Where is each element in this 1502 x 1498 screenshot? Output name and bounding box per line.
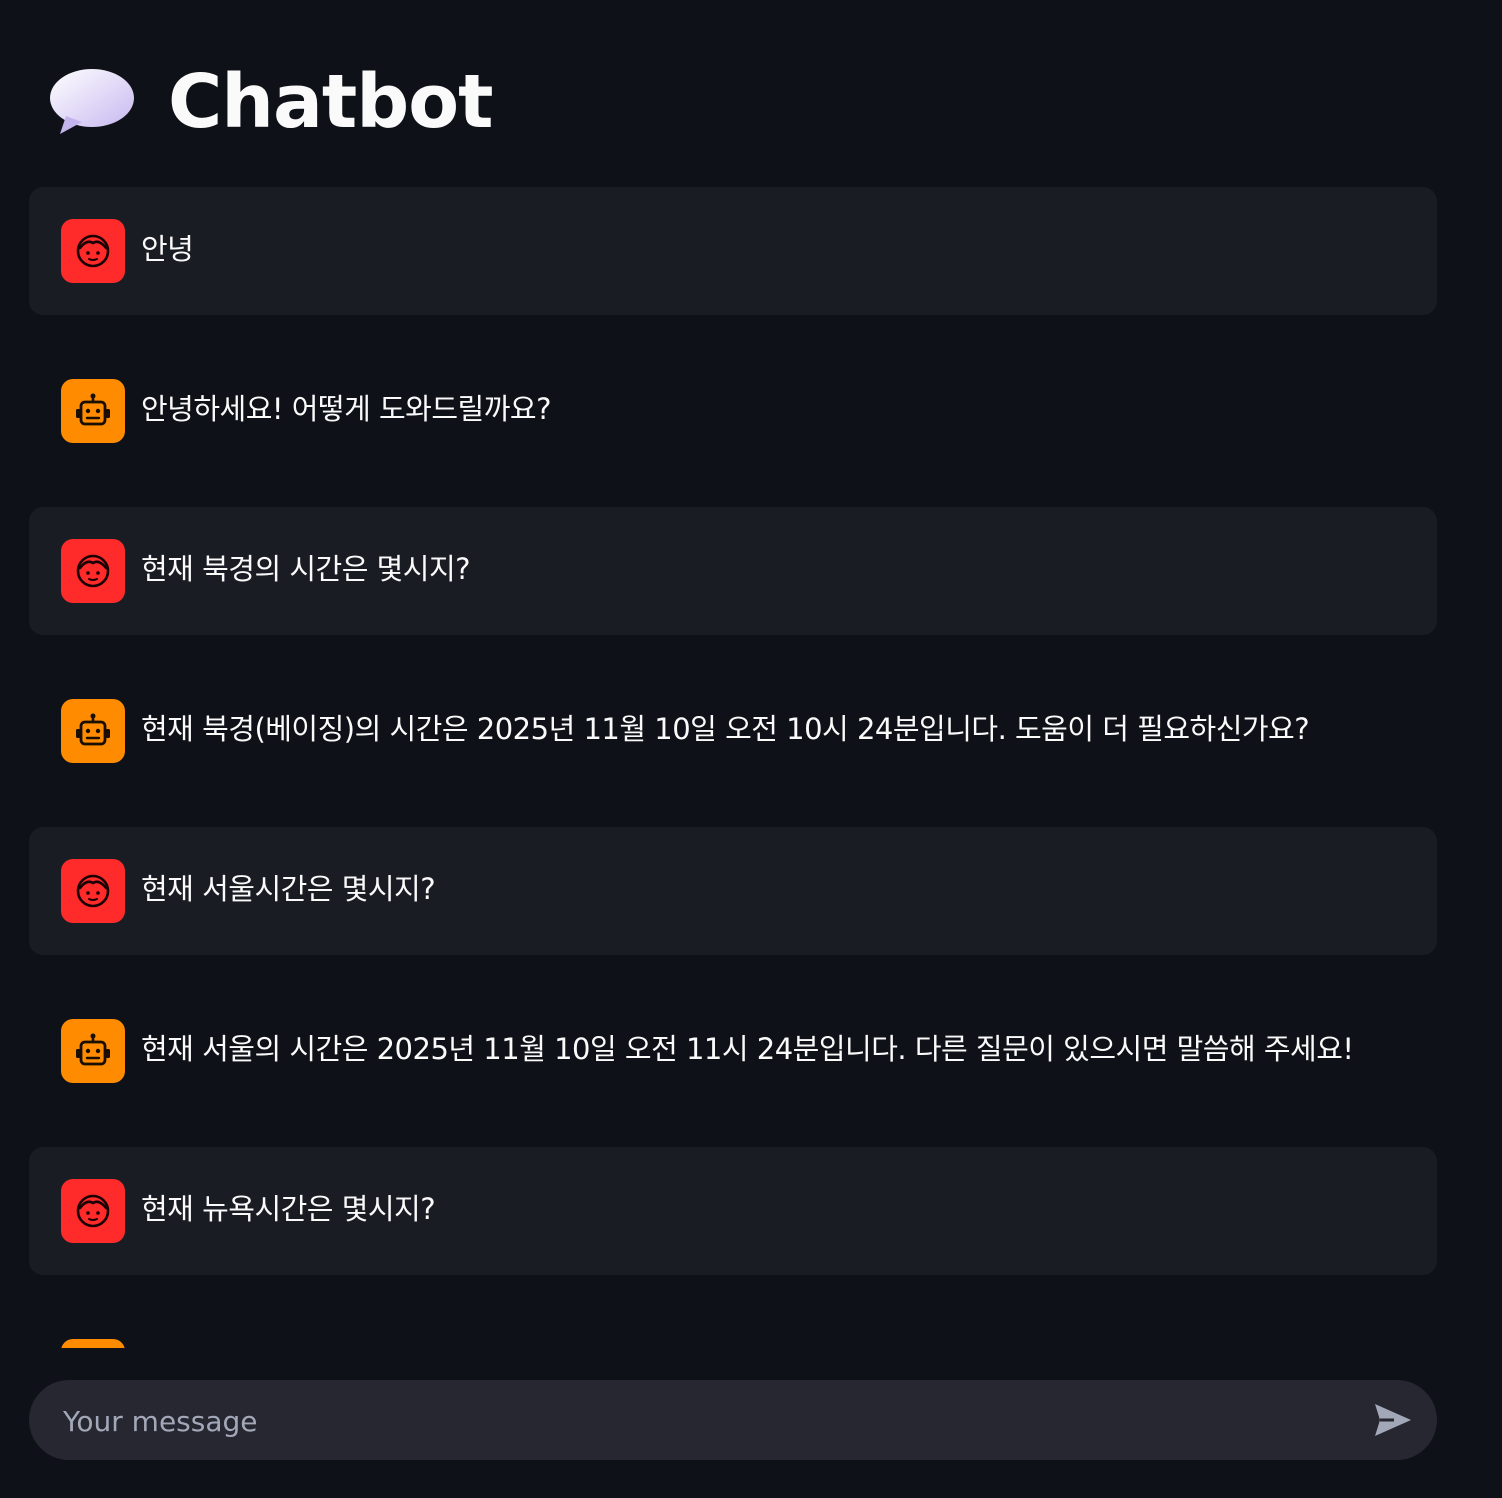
robot-icon xyxy=(76,393,110,426)
assistant-message: 현재 서울의 시간은 2025년 11월 10일 오전 11시 24분입니다. … xyxy=(29,987,1437,1115)
user-avatar xyxy=(61,539,125,603)
user-message: 안녕 xyxy=(29,187,1437,315)
user-avatar xyxy=(61,219,125,283)
message-text: 현재 뉴욕시간은 몇시지? xyxy=(141,1192,436,1226)
assistant-avatar xyxy=(61,379,125,443)
user-message: 현재 뉴욕시간은 몇시지? xyxy=(29,1147,1437,1275)
user-face-icon xyxy=(76,874,110,908)
message-text: 현재 북경(베이징)의 시간은 2025년 11월 10일 오전 10시 24분… xyxy=(141,712,1310,746)
message-text: 현재 서울의 시간은 2025년 11월 10일 오전 11시 24분입니다. … xyxy=(141,1032,1354,1066)
robot-icon xyxy=(76,713,110,746)
user-message: 현재 북경의 시간은 몇시지? xyxy=(29,507,1437,635)
user-avatar xyxy=(61,1179,125,1243)
user-message: 현재 서울시간은 몇시지? xyxy=(29,827,1437,955)
message-text: 안녕 xyxy=(141,232,194,266)
page-header: Chatbot xyxy=(46,52,493,152)
assistant-message xyxy=(29,1307,1437,1348)
robot-icon xyxy=(76,1033,110,1066)
message-text: 안녕하세요! 어떻게 도와드릴까요? xyxy=(141,392,551,426)
assistant-message: 현재 북경(베이징)의 시간은 2025년 11월 10일 오전 10시 24분… xyxy=(29,667,1437,795)
user-avatar xyxy=(61,859,125,923)
page-title: Chatbot xyxy=(168,59,493,145)
message-text: 현재 북경의 시간은 몇시지? xyxy=(141,552,471,586)
user-face-icon xyxy=(76,1194,110,1228)
send-arrow-icon xyxy=(1375,1404,1411,1436)
chat-input-bar xyxy=(29,1380,1437,1462)
assistant-message: 안녕하세요! 어떻게 도와드릴까요? xyxy=(29,347,1437,475)
user-face-icon xyxy=(76,234,110,268)
assistant-avatar xyxy=(61,699,125,763)
user-face-icon xyxy=(76,554,110,588)
send-button[interactable] xyxy=(1373,1400,1413,1440)
chat-message-list: 안녕 안녕하세요! 어떻게 도와드릴까요? 현재 북경의 시간은 몇시지? 현재… xyxy=(29,187,1437,1348)
message-text: 현재 서울시간은 몇시지? xyxy=(141,872,436,906)
chat-message-input[interactable] xyxy=(61,1380,1365,1462)
speech-balloon-icon xyxy=(50,69,134,134)
assistant-avatar xyxy=(61,1339,125,1348)
assistant-avatar xyxy=(61,1019,125,1083)
